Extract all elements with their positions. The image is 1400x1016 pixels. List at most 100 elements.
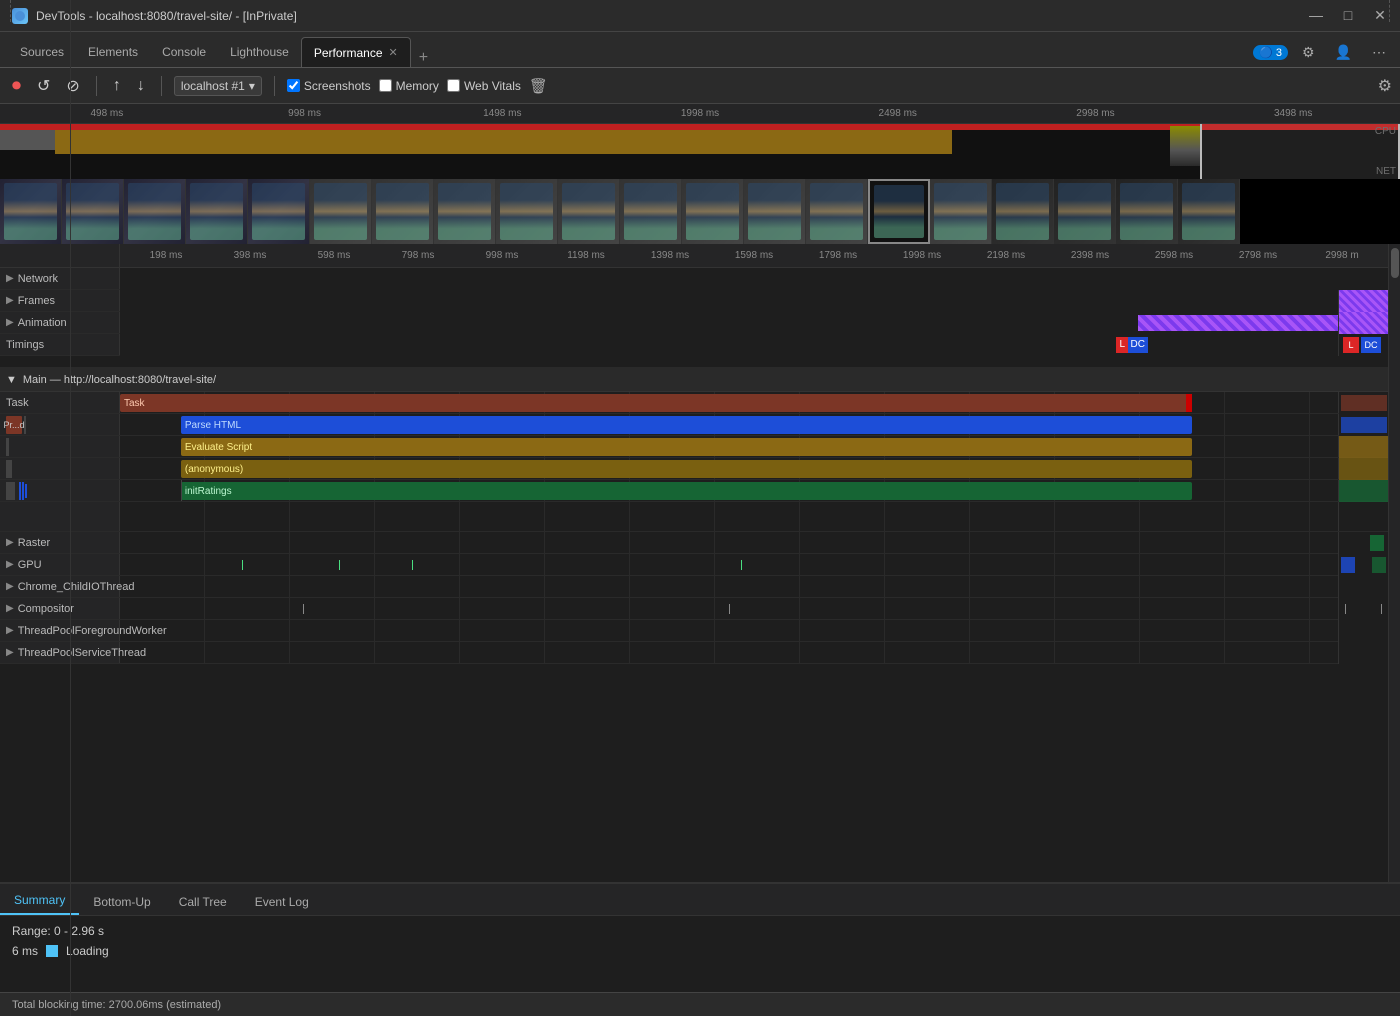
parse-track-content[interactable]: Parse HTML bbox=[120, 414, 1338, 435]
screenshot-thumb-16[interactable] bbox=[930, 179, 992, 244]
task-track-content[interactable]: Task bbox=[120, 392, 1338, 413]
memory-checkbox-group[interactable]: Memory bbox=[379, 79, 439, 93]
screenshot-thumb-7[interactable] bbox=[372, 179, 434, 244]
screenshot-thumb-10[interactable] bbox=[558, 179, 620, 244]
expand-threadpool-fg-icon[interactable]: ▶ bbox=[6, 625, 14, 636]
init-track-content[interactable]: initRatings bbox=[120, 480, 1338, 501]
evaluate-script-bar[interactable]: Evaluate Script bbox=[181, 438, 1192, 456]
main-thread-expand-icon[interactable]: ▼ bbox=[6, 374, 17, 386]
tab-call-tree[interactable]: Call Tree bbox=[165, 889, 241, 915]
track-label-threadpool-svc[interactable]: ▶ ThreadPoolServiceThread bbox=[0, 642, 120, 663]
track-label-animation[interactable]: ▶ Animation bbox=[0, 312, 120, 333]
gpu-tick-4 bbox=[741, 560, 742, 570]
tab-close-icon[interactable]: ✕ bbox=[389, 46, 398, 59]
tab-sources[interactable]: Sources bbox=[8, 37, 76, 67]
screenshot-thumb-4[interactable] bbox=[186, 179, 248, 244]
expand-frames-icon[interactable]: ▶ bbox=[6, 295, 14, 306]
web-vitals-checkbox[interactable] bbox=[447, 79, 460, 92]
settings-icon-tab[interactable]: ⚙ bbox=[1296, 42, 1321, 63]
track-label-gpu[interactable]: ▶ GPU bbox=[0, 554, 120, 575]
profile-select[interactable]: localhost #1 ▾ bbox=[174, 76, 262, 96]
track-content-raster[interactable] bbox=[120, 532, 1338, 554]
expand-threadpool-svc-icon[interactable]: ▶ bbox=[6, 647, 14, 658]
track-label-raster[interactable]: ▶ Raster bbox=[0, 532, 120, 553]
screenshots-checkbox-group[interactable]: Screenshots bbox=[287, 79, 371, 93]
evaluate-track-content[interactable]: Evaluate Script bbox=[120, 436, 1338, 457]
clear-button[interactable]: ⊘ bbox=[62, 74, 83, 98]
track-content-gpu[interactable] bbox=[120, 554, 1338, 576]
screenshot-thumb-11[interactable] bbox=[620, 179, 682, 244]
task-bar-main[interactable]: Task bbox=[120, 394, 1192, 412]
tab-bottom-up[interactable]: Bottom-Up bbox=[79, 889, 164, 915]
maximize-btn[interactable]: □ bbox=[1340, 7, 1356, 24]
screenshot-thumb-12[interactable] bbox=[682, 179, 744, 244]
track-content-compositor[interactable] bbox=[120, 598, 1338, 620]
download-button[interactable]: ↓ bbox=[133, 75, 149, 97]
vertical-scrollbar[interactable] bbox=[1388, 244, 1400, 882]
tab-summary[interactable]: Summary bbox=[0, 887, 79, 915]
init-ratings-bar[interactable]: initRatings bbox=[181, 482, 1192, 500]
tab-lighthouse[interactable]: Lighthouse bbox=[218, 37, 301, 67]
people-icon[interactable]: 👤 bbox=[1329, 42, 1358, 63]
close-btn[interactable]: ✕ bbox=[1372, 7, 1388, 24]
track-content-threadpool-fg[interactable] bbox=[120, 620, 1338, 642]
tab-performance[interactable]: Performance ✕ bbox=[301, 37, 411, 67]
screenshot-thumb-9[interactable] bbox=[496, 179, 558, 244]
screenshot-thumb-18[interactable] bbox=[1054, 179, 1116, 244]
screenshot-thumb-2[interactable] bbox=[62, 179, 124, 244]
overview-selection[interactable] bbox=[1200, 124, 1400, 179]
anonymous-bar[interactable]: (anonymous) bbox=[181, 460, 1192, 478]
record-button[interactable]: ⏺ bbox=[8, 73, 25, 98]
track-label-compositor[interactable]: ▶ Compositor bbox=[0, 598, 120, 619]
track-content-threadpool-svc[interactable] bbox=[120, 642, 1338, 664]
track-label-frames[interactable]: ▶ Frames bbox=[0, 290, 120, 311]
tab-console[interactable]: Console bbox=[150, 37, 218, 67]
ruler-label-5: 998 ms bbox=[460, 250, 544, 261]
screenshot-thumb-14[interactable] bbox=[806, 179, 868, 244]
compositor-right-tick-2 bbox=[1381, 604, 1382, 614]
screenshots-checkbox[interactable] bbox=[287, 79, 300, 92]
track-content-chrome-child[interactable] bbox=[120, 576, 1338, 598]
new-tab-button[interactable]: + bbox=[411, 49, 436, 67]
screenshot-thumb-3[interactable] bbox=[124, 179, 186, 244]
expand-compositor-icon[interactable]: ▶ bbox=[6, 603, 14, 614]
track-label-threadpool-fg[interactable]: ▶ ThreadPoolForegroundWorker bbox=[0, 620, 120, 641]
more-options-icon[interactable]: ⋯ bbox=[1366, 42, 1392, 63]
anonymous-label-cell bbox=[0, 458, 120, 479]
track-content-timings[interactable]: L DC bbox=[120, 334, 1338, 356]
track-content-frames[interactable] bbox=[120, 290, 1338, 312]
expand-raster-icon[interactable]: ▶ bbox=[6, 537, 14, 548]
capture-settings-button[interactable]: ⚙ bbox=[1378, 76, 1392, 96]
overview-screenshots[interactable] bbox=[0, 179, 1400, 244]
screenshot-thumb-8[interactable] bbox=[434, 179, 496, 244]
screenshot-thumb-13[interactable] bbox=[744, 179, 806, 244]
tab-elements[interactable]: Elements bbox=[76, 37, 150, 67]
reload-record-button[interactable]: ↺ bbox=[33, 74, 54, 98]
parse-html-bar[interactable]: Parse HTML bbox=[181, 416, 1192, 434]
screenshot-thumb-19[interactable] bbox=[1116, 179, 1178, 244]
screenshot-thumb-20[interactable] bbox=[1178, 179, 1240, 244]
screenshot-thumb-6[interactable] bbox=[310, 179, 372, 244]
screenshot-thumb-5[interactable] bbox=[248, 179, 310, 244]
screenshot-thumb-selected[interactable] bbox=[868, 179, 930, 244]
upload-button[interactable]: ↑ bbox=[109, 75, 125, 97]
expand-chrome-child-icon[interactable]: ▶ bbox=[6, 581, 14, 592]
clear-recording-button[interactable]: 🗑 bbox=[529, 77, 548, 95]
track-label-network[interactable]: ▶ Network bbox=[0, 268, 120, 289]
minimize-btn[interactable]: — bbox=[1308, 7, 1324, 24]
overview-cpu-net[interactable]: CPU NET bbox=[0, 124, 1400, 179]
web-vitals-checkbox-group[interactable]: Web Vitals bbox=[447, 79, 521, 93]
track-content-network[interactable] bbox=[120, 268, 1388, 290]
screenshot-thumb-1[interactable] bbox=[0, 179, 62, 244]
track-label-chrome-child[interactable]: ▶ Chrome_ChildIOThread bbox=[0, 576, 120, 597]
track-content-animation[interactable] bbox=[120, 312, 1338, 334]
ruler-label-1: 198 ms bbox=[124, 250, 208, 261]
screenshot-thumb-17[interactable] bbox=[992, 179, 1054, 244]
memory-checkbox[interactable] bbox=[379, 79, 392, 92]
expand-network-icon[interactable]: ▶ bbox=[6, 273, 14, 284]
tab-event-log[interactable]: Event Log bbox=[241, 889, 323, 915]
expand-gpu-icon[interactable]: ▶ bbox=[6, 559, 14, 570]
scrollbar-thumb[interactable] bbox=[1391, 248, 1399, 278]
anonymous-track-content[interactable]: (anonymous) bbox=[120, 458, 1338, 479]
expand-animation-icon[interactable]: ▶ bbox=[6, 317, 14, 328]
